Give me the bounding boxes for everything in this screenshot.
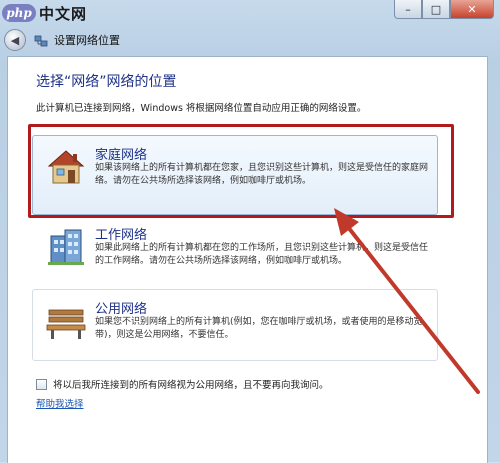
window-title: 设置网络位置 (54, 34, 120, 47)
public-network-option[interactable]: 公用网络 如果您不识别网络上的所有计算机(例如，您在咖啡厅或机场，或者使用的是移… (32, 289, 438, 361)
maximize-button[interactable]: □ (422, 0, 450, 19)
public-network-description: 如果您不识别网络上的所有计算机(例如，您在咖啡厅或机场，或者使用的是移动宽带)，… (95, 317, 423, 340)
page-description: 此计算机已连接到网络，Windows 将根据网络位置自动应用正确的网络设置。 (36, 103, 367, 114)
set-network-location-window: php 中文网 – □ ✕ ◀ 设置网络位置 选择“网络”网络的位置 此计算机已… (0, 0, 500, 463)
navigation-bar: ◀ 设置网络位置 (0, 28, 500, 52)
treat-as-public-row: 将以后我所连接到的所有网络视为公用网络，且不要再向我询问。 (36, 377, 329, 391)
php-logo: php (2, 4, 36, 22)
treat-as-public-label: 将以后我所连接到的所有网络视为公用网络，且不要再向我询问。 (53, 380, 329, 391)
public-network-title: 公用网络 (95, 302, 148, 317)
park-bench-icon (45, 300, 87, 342)
watermark-text: 中文网 (39, 4, 88, 23)
treat-as-public-checkbox[interactable] (36, 378, 47, 390)
highlight-box (28, 124, 454, 218)
back-arrow-icon: ◀ (10, 33, 20, 47)
window-controls: – □ ✕ (394, 0, 494, 19)
back-button[interactable]: ◀ (4, 29, 26, 51)
help-me-choose-link[interactable]: 帮助我选择 (36, 396, 84, 410)
content-panel: 选择“网络”网络的位置 此计算机已连接到网络，Windows 将根据网络位置自动… (7, 56, 488, 463)
page-heading: 选择“网络”网络的位置 (36, 74, 177, 90)
work-network-title: 工作网络 (95, 228, 148, 243)
network-icon (34, 33, 48, 47)
minimize-button[interactable]: – (394, 0, 422, 19)
work-network-option[interactable]: 工作网络 如果此网络上的所有计算机都在您的工作场所，且您识别这些计算机，则这是受… (32, 215, 438, 287)
title-bar: php 中文网 – □ ✕ (0, 0, 500, 26)
watermark: php 中文网 (2, 2, 87, 24)
work-network-description: 如果此网络上的所有计算机都在您的工作场所，且您识别这些计算机，则这是受信任的工作… (95, 243, 429, 266)
office-building-icon (45, 226, 87, 268)
close-button[interactable]: ✕ (450, 0, 494, 19)
